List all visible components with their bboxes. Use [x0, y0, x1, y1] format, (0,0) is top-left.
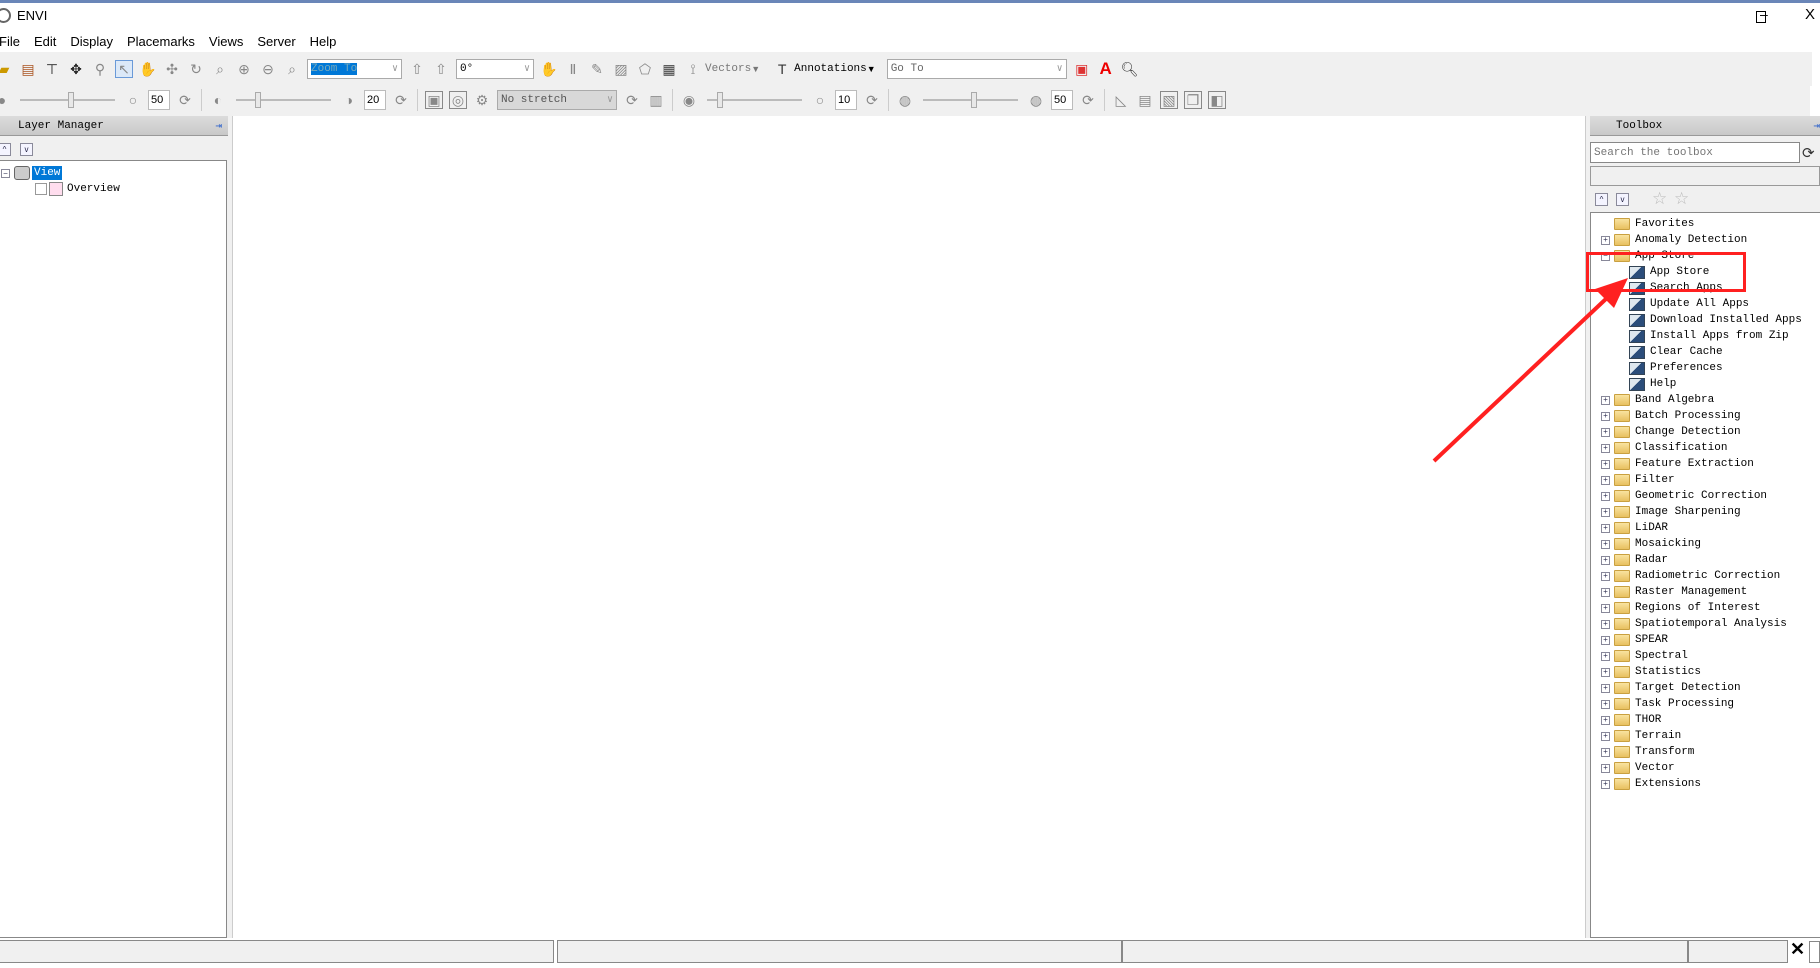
status-bar-section: [1688, 940, 1788, 963]
resize-grip[interactable]: [1809, 941, 1820, 963]
close-process-icon[interactable]: ✕: [1790, 939, 1805, 960]
annotation-arrow: [1432, 278, 1628, 463]
status-bar-section: [0, 940, 554, 963]
status-bar-section: [1122, 940, 1688, 963]
status-bar-section: [557, 940, 1122, 963]
